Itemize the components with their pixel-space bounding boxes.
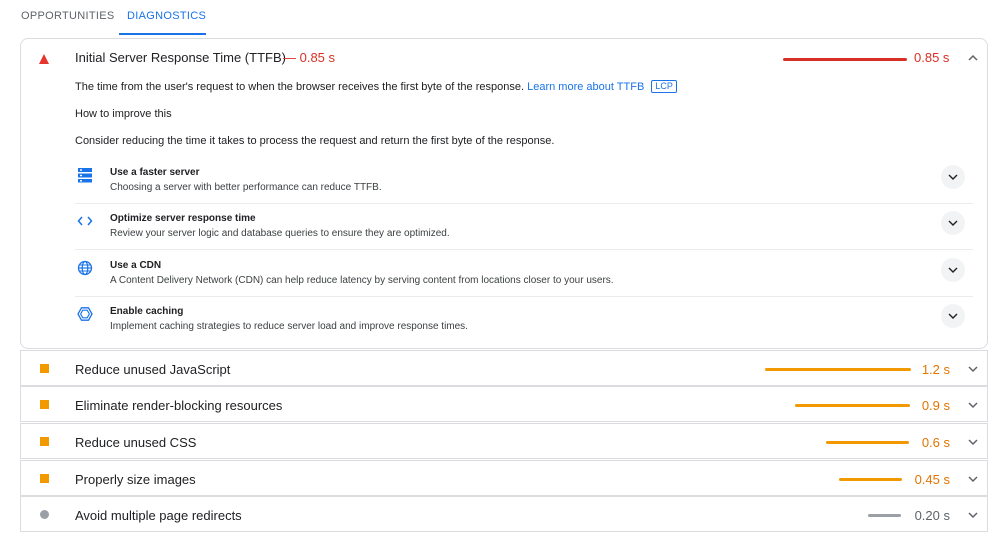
suggestion-use-cdn: Use a CDN A Content Delivery Network (CD… (75, 258, 973, 306)
suggestion-title: Use a CDN (110, 260, 162, 271)
audit-row-label: Reduce unused JavaScript (75, 362, 231, 377)
consider-text: Consider reducing the time it takes to p… (75, 135, 555, 147)
learn-more-link[interactable]: Learn more about TTFB (527, 81, 644, 93)
average-square-icon (40, 364, 49, 373)
hexagon-icon (77, 307, 93, 321)
divider (75, 203, 973, 204)
description-text: The time from the user's request to when… (75, 81, 525, 93)
suggestion-text: Review your server logic and database qu… (110, 228, 450, 239)
audit-row-value: 1.2 s (921, 362, 950, 377)
audit-row-page-redirects[interactable]: Avoid multiple page redirects 0.20 s (20, 496, 988, 532)
expand-suggestion-button[interactable] (941, 211, 965, 235)
chevron-down-icon (968, 476, 978, 483)
average-square-icon (40, 400, 49, 409)
audit-title[interactable]: Initial Server Response Time (TTFB) (75, 50, 286, 65)
audit-row-value: 0.6 s (921, 435, 950, 450)
audit-row-label: Eliminate render-blocking resources (75, 398, 283, 413)
suggestion-faster-server: Use a faster server Choosing a server wi… (75, 165, 973, 213)
suggestion-text: Choosing a server with better performanc… (110, 182, 382, 193)
chevron-down-icon (948, 220, 958, 226)
audit-row-label: Avoid multiple page redirects (75, 508, 242, 523)
suggestion-title: Use a faster server (110, 167, 200, 178)
suggestion-title: Enable caching (110, 306, 184, 317)
audit-row-value: 0.20 s (914, 508, 950, 523)
audit-value: 0.85 s (914, 50, 950, 65)
audit-ttfb-expanded: Initial Server Response Time (TTFB) — 0.… (20, 38, 988, 349)
audit-row-label: Reduce unused CSS (75, 435, 197, 450)
audit-row-value: 0.9 s (921, 398, 950, 413)
suggestion-text: Implement caching strategies to reduce s… (110, 321, 468, 332)
divider (75, 296, 973, 297)
audit-row-unused-css[interactable]: Reduce unused CSS 0.6 s (20, 423, 988, 459)
tab-opportunities[interactable]: OPPORTUNITIES (21, 10, 115, 22)
audit-row-label: Properly size images (75, 472, 196, 487)
audit-bar (783, 58, 907, 61)
chevron-down-icon (968, 512, 978, 519)
lcp-badge: LCP (651, 80, 677, 93)
expand-suggestion-button[interactable] (941, 258, 965, 282)
tab-bar: OPPORTUNITIES DIAGNOSTICS (0, 0, 1000, 36)
active-tab-indicator (119, 33, 206, 35)
server-icon (78, 168, 92, 183)
suggestion-text: A Content Delivery Network (CDN) can hel… (110, 275, 614, 286)
fail-triangle-icon (39, 54, 49, 64)
suggestion-title: Optimize server response time (110, 213, 256, 224)
chevron-down-icon (968, 366, 978, 373)
audit-row-size-images[interactable]: Properly size images 0.45 s (20, 460, 988, 496)
audit-row-unused-javascript[interactable]: Reduce unused JavaScript 1.2 s (20, 350, 988, 386)
chevron-up-icon[interactable] (967, 52, 979, 64)
suggestion-optimize-response: Optimize server response time Review you… (75, 211, 973, 259)
tab-diagnostics[interactable]: DIAGNOSTICS (127, 10, 206, 22)
globe-icon (77, 260, 93, 276)
suggestion-enable-caching: Enable caching Implement caching strateg… (75, 304, 973, 352)
audit-row-render-blocking[interactable]: Eliminate render-blocking resources 0.9 … (20, 386, 988, 422)
informative-circle-icon (40, 510, 49, 519)
code-icon (77, 216, 93, 226)
chevron-down-icon (948, 174, 958, 180)
average-square-icon (40, 474, 49, 483)
expand-suggestion-button[interactable] (941, 165, 965, 189)
chevron-down-icon (968, 439, 978, 446)
audit-title-metric: — 0.85 s (283, 50, 336, 65)
audit-row-value: 0.45 s (914, 472, 950, 487)
how-to-improve-heading: How to improve this (75, 108, 172, 120)
divider (75, 249, 973, 250)
expand-suggestion-button[interactable] (941, 304, 965, 328)
chevron-down-icon (948, 313, 958, 319)
average-square-icon (40, 437, 49, 446)
chevron-down-icon (968, 402, 978, 409)
audit-description: The time from the user's request to when… (75, 80, 677, 93)
chevron-down-icon (948, 267, 958, 273)
